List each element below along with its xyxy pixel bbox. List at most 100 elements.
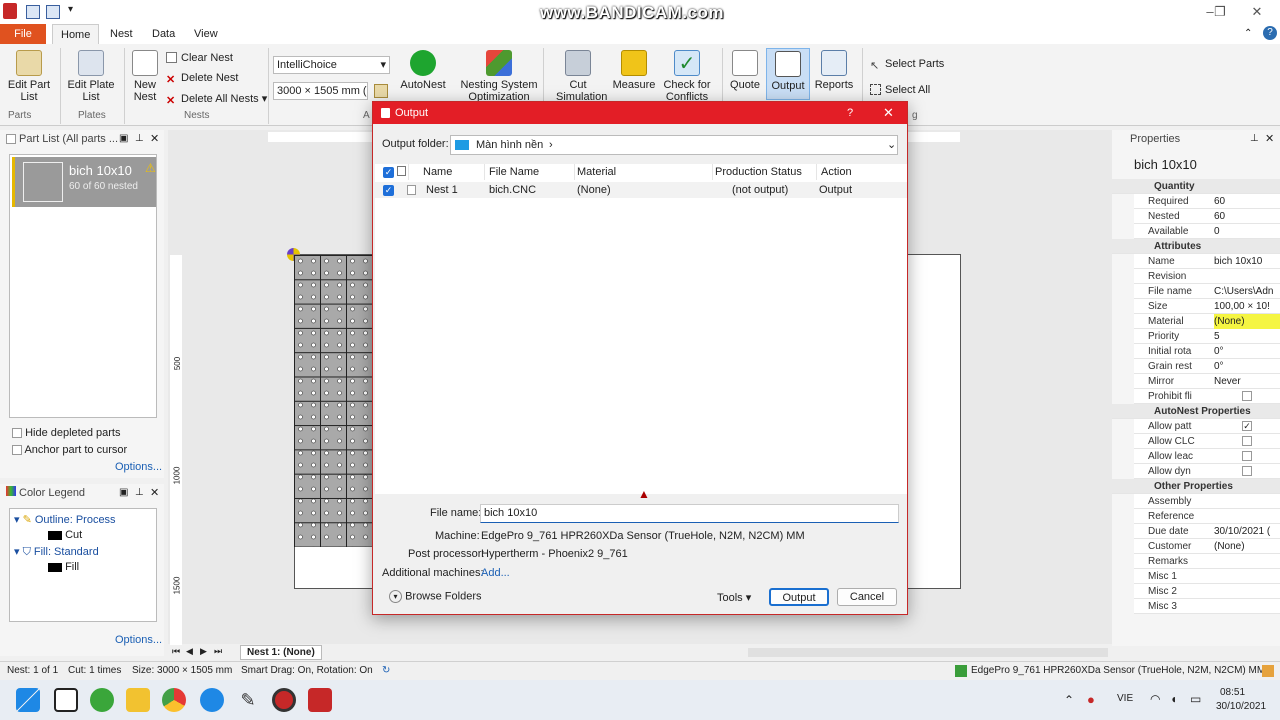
nesting-system-optimization-button[interactable]: Nesting System Optimization xyxy=(460,44,538,103)
collapse-ribbon-icon[interactable]: ⌃ xyxy=(1244,28,1252,39)
panel-menu-icon[interactable]: ▣ xyxy=(119,133,128,144)
property-row[interactable]: Assembly xyxy=(1134,494,1280,509)
property-row[interactable]: Required 60 xyxy=(1134,194,1280,209)
tray-chevron-icon[interactable]: ⌃ xyxy=(1064,693,1074,707)
first-nest-icon[interactable]: ⏮ xyxy=(172,646,180,657)
property-section[interactable]: Other Properties xyxy=(1112,479,1280,494)
volume-icon[interactable]: ◖ xyxy=(1170,692,1177,706)
pin-icon[interactable]: ⊥ xyxy=(135,133,144,144)
row-checkbox[interactable]: ✓ xyxy=(383,185,394,196)
property-row[interactable]: Allow CLC xyxy=(1134,434,1280,449)
part-list-item[interactable]: bich 10x10 60 of 60 nested ⚠ xyxy=(12,157,156,207)
language-indicator[interactable]: VIE xyxy=(1117,693,1133,704)
close-panel-icon[interactable]: ✕ xyxy=(150,486,159,499)
output-folder-picker[interactable]: Màn hình nền › ⌄ xyxy=(450,135,898,155)
tools-menu-button[interactable]: Tools ▾ xyxy=(717,591,751,604)
legend-outline-process[interactable]: ▾ ✎ Outline: Process xyxy=(14,513,116,526)
close-panel-icon[interactable]: ✕ xyxy=(1265,132,1274,145)
chevron-down-icon[interactable]: ⌄ xyxy=(887,138,896,151)
property-row[interactable]: Priority 5 xyxy=(1134,329,1280,344)
table-row[interactable]: ✓ Nest 1 bich.CNC (None) (not output) Ou… xyxy=(375,182,907,198)
column-header-production-status[interactable]: Production Status xyxy=(713,164,817,180)
close-button[interactable]: ✕ xyxy=(1247,4,1267,20)
help-icon[interactable]: ? xyxy=(1263,26,1277,40)
file-explorer-icon[interactable] xyxy=(126,688,150,712)
strategy-dropdown[interactable]: IntelliChoice ▾ xyxy=(273,56,390,74)
app-green-icon[interactable] xyxy=(90,688,114,712)
property-section[interactable]: Attributes xyxy=(1112,239,1280,254)
property-row[interactable]: Allow leac xyxy=(1134,449,1280,464)
plate-size-dropdown[interactable]: 3000 × 1505 mm (I xyxy=(273,82,368,100)
notification-icon[interactable] xyxy=(1262,665,1274,677)
property-row[interactable]: Misc 1 xyxy=(1134,569,1280,584)
column-header-name[interactable]: Name xyxy=(423,164,485,180)
quick-access-dropdown-icon[interactable]: ▾ xyxy=(68,4,73,15)
column-header-action[interactable]: Action xyxy=(817,164,907,180)
task-view-icon[interactable] xyxy=(54,688,78,712)
tab-data[interactable]: Data xyxy=(144,24,183,44)
tab-view[interactable]: View xyxy=(186,24,226,44)
tab-nest[interactable]: Nest xyxy=(102,24,141,44)
property-row[interactable]: Due date 30/10/2021 ( xyxy=(1134,524,1280,539)
property-row[interactable]: Material (None) xyxy=(1134,314,1280,329)
property-row[interactable]: Misc 3 xyxy=(1134,599,1280,614)
property-row[interactable]: Grain rest 0° xyxy=(1134,359,1280,374)
measure-button[interactable]: Measure xyxy=(612,44,656,91)
add-machines-link[interactable]: Add... xyxy=(481,567,510,579)
browse-folders-button[interactable]: ▾ Browse Folders xyxy=(389,590,481,603)
pen-tool-icon[interactable]: ✎ xyxy=(236,688,260,712)
hide-depleted-checkbox[interactable]: Hide depleted parts xyxy=(12,427,120,439)
property-row[interactable]: Allow patt ✓ xyxy=(1134,419,1280,434)
property-section[interactable]: Quantity xyxy=(1112,179,1280,194)
microphone-icon[interactable]: ● xyxy=(1087,692,1095,707)
color-legend-options-link[interactable]: Options... xyxy=(115,634,162,646)
property-row[interactable]: Remarks xyxy=(1134,554,1280,569)
property-row[interactable]: File name C:\Users\Adn xyxy=(1134,284,1280,299)
file-name-input[interactable]: bich 10x10 xyxy=(480,504,899,523)
close-panel-icon[interactable]: ✕ xyxy=(150,132,159,145)
save-icon[interactable] xyxy=(26,5,40,19)
clear-nest-button[interactable]: Clear Nest xyxy=(166,52,233,64)
dialog-help-button[interactable]: ? xyxy=(847,102,853,124)
property-row[interactable]: Name bich 10x10 xyxy=(1134,254,1280,269)
pin-icon[interactable]: ⊥ xyxy=(135,487,144,498)
legend-fill-standard[interactable]: ▾ ⛉ Fill: Standard xyxy=(14,545,99,559)
property-row[interactable]: Nested 60 xyxy=(1134,209,1280,224)
wifi-icon[interactable]: ◠ xyxy=(1150,692,1160,706)
snap-icon[interactable]: ↻ xyxy=(382,662,390,680)
restore-button[interactable]: ❐ xyxy=(1210,4,1230,20)
check-for-conflicts-button[interactable]: ✓ Check for Conflicts xyxy=(662,44,712,103)
nest-tab[interactable]: Nest 1: (None) xyxy=(240,645,322,660)
property-row[interactable]: Size 100,00 × 10! xyxy=(1134,299,1280,314)
last-nest-icon[interactable]: ⏭ xyxy=(214,646,222,657)
quote-button[interactable]: Quote xyxy=(727,44,763,91)
property-row[interactable]: Prohibit fli xyxy=(1134,389,1280,404)
clock-time[interactable]: 08:51 xyxy=(1220,687,1245,698)
property-row[interactable]: Reference xyxy=(1134,509,1280,524)
delete-all-nests-button[interactable]: ✕ Delete All Nests ▾ xyxy=(166,92,267,107)
next-nest-icon[interactable]: ▶ xyxy=(200,646,207,657)
dialog-close-button[interactable]: ✕ xyxy=(883,102,894,124)
select-all-checkbox[interactable]: ✓ xyxy=(379,164,409,180)
reports-button[interactable]: Reports xyxy=(814,44,854,91)
output-button[interactable]: Output xyxy=(766,48,810,100)
clock-date[interactable]: 30/10/2021 xyxy=(1216,701,1266,712)
property-row[interactable]: Available 0 xyxy=(1134,224,1280,239)
autonest-button[interactable]: AutoNest xyxy=(398,44,448,91)
battery-icon[interactable]: ▭ xyxy=(1190,692,1201,706)
property-row[interactable]: Mirror Never xyxy=(1134,374,1280,389)
horizontal-scrollbar[interactable] xyxy=(748,648,1108,657)
cut-simulation-button[interactable]: Cut Simulation xyxy=(556,44,607,103)
record-icon[interactable] xyxy=(272,688,296,712)
zalo-icon[interactable] xyxy=(200,688,224,712)
prev-nest-icon[interactable]: ◀ xyxy=(186,646,193,657)
part-list-options-link[interactable]: Options... xyxy=(115,461,162,473)
new-nest-button[interactable]: New Nest xyxy=(130,44,160,103)
start-icon[interactable] xyxy=(16,688,40,712)
tab-home[interactable]: Home xyxy=(52,24,100,44)
nested-parts-grid[interactable] xyxy=(294,255,372,547)
edit-part-list-button[interactable]: Edit Part List xyxy=(6,44,52,103)
property-row[interactable]: Allow dyn xyxy=(1134,464,1280,479)
protonest-icon[interactable] xyxy=(308,688,332,712)
anchor-part-checkbox[interactable]: Anchor part to cursor xyxy=(12,444,127,456)
